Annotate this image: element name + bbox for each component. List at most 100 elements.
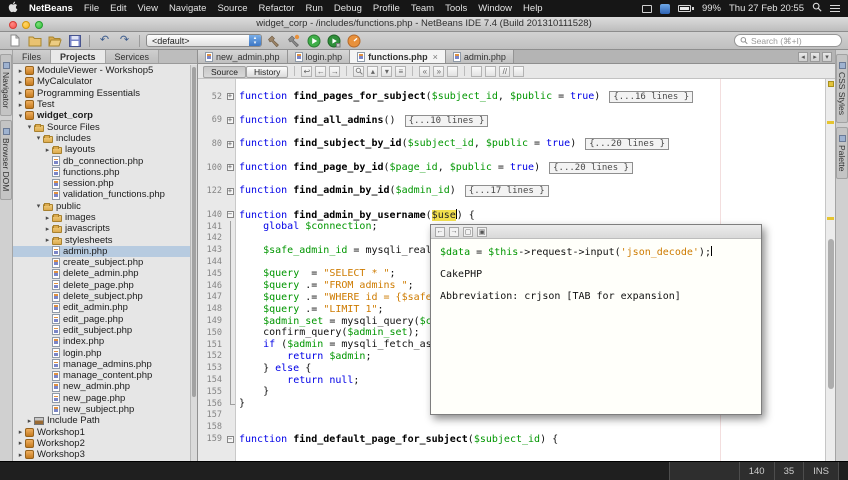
new-project-button[interactable] xyxy=(26,33,43,48)
tree-item-new-page-php[interactable]: new_page.php xyxy=(13,393,197,404)
fold-expanded-icon[interactable]: − xyxy=(226,211,234,219)
configuration-select[interactable]: <default> ▴ ▾ xyxy=(146,34,262,47)
palette-rail-tab[interactable]: Palette xyxy=(836,127,848,180)
code-fold-box[interactable]: {...16 lines } xyxy=(609,90,694,103)
tree-expander-icon[interactable]: ▸ xyxy=(16,439,25,447)
find-selection-button[interactable] xyxy=(353,65,365,77)
tree-item-stylesheets[interactable]: ▸ stylesheets xyxy=(13,234,197,246)
tree-item-index-php[interactable]: index.php xyxy=(13,336,197,347)
notification-center-icon[interactable] xyxy=(830,5,840,12)
navigator-rail-tab[interactable]: Navigator xyxy=(0,54,12,117)
forward-button[interactable]: → xyxy=(329,65,341,77)
last-edit-position-button[interactable]: ↩ xyxy=(301,65,313,77)
tree-item-delete-subject-php[interactable]: delete_subject.php xyxy=(13,291,197,302)
editor-tab-admin-php[interactable]: admin.php xyxy=(445,50,514,63)
tree-item-mycalculator[interactable]: ▸ MyCalculator xyxy=(13,76,197,87)
run-project-button[interactable] xyxy=(305,33,322,48)
code-line-spacer[interactable] xyxy=(198,103,825,115)
scrollbar-thumb[interactable] xyxy=(192,67,196,397)
code-line-spacer[interactable] xyxy=(198,174,825,186)
macro-button[interactable] xyxy=(513,65,525,77)
zoom-window-button[interactable] xyxy=(35,20,43,29)
tree-item-session-php[interactable]: session.php xyxy=(13,178,197,189)
code-line-122[interactable]: 122 + function find_admin_by_id($admin_id)… xyxy=(198,185,825,198)
projects-tree-scrollbar[interactable] xyxy=(190,65,197,461)
code-line-spacer[interactable] xyxy=(198,126,825,138)
code-fold-box[interactable]: {...17 lines } xyxy=(464,185,549,198)
code-line-140[interactable]: 140− function find_admin_by_username($use… xyxy=(198,208,825,221)
tree-item-workshop2[interactable]: ▸ Workshop2 xyxy=(13,438,197,449)
code-fold-box[interactable]: {...10 lines } xyxy=(404,114,489,127)
tree-expander-icon[interactable]: ▸ xyxy=(43,214,52,222)
tree-item-db-connection-php[interactable]: db_connection.php xyxy=(13,155,197,167)
code-fold-box[interactable]: {...20 lines } xyxy=(549,161,633,174)
menu-refactor[interactable]: Refactor xyxy=(259,3,295,14)
tree-expander-icon[interactable]: ▸ xyxy=(16,101,25,109)
code-line-spacer[interactable] xyxy=(198,150,825,162)
tree-item-public[interactable]: ▾ public xyxy=(13,201,197,212)
browser-dom-rail-tab[interactable]: Browser DOM xyxy=(0,120,12,200)
menu-netbeans[interactable]: NetBeans xyxy=(29,3,73,14)
quick-search-box[interactable] xyxy=(734,34,842,47)
apple-menu-icon[interactable] xyxy=(8,1,19,16)
scroll-tabs-right-icon[interactable]: ▸ xyxy=(810,51,820,62)
tab-list-dropdown-icon[interactable]: ▾ xyxy=(822,51,832,62)
tree-expander-icon[interactable]: ▸ xyxy=(16,67,25,75)
tree-item-test[interactable]: ▸ Test xyxy=(13,99,197,110)
window-titlebar[interactable]: widget_corp - /includes/functions.php - … xyxy=(0,17,848,32)
tree-item-login-php[interactable]: login.php xyxy=(13,347,197,359)
panel-tab-files[interactable]: Files xyxy=(13,50,52,63)
tree-item-widget-corp[interactable]: ▾ widget_corp xyxy=(13,110,197,121)
tree-item-edit-admin-php[interactable]: edit_admin.php xyxy=(13,302,197,313)
open-project-button[interactable] xyxy=(46,33,63,48)
panel-tab-services[interactable]: Services xyxy=(105,50,160,63)
tree-expander-icon[interactable]: ▾ xyxy=(25,123,34,131)
popup-back-icon[interactable]: ← xyxy=(435,226,445,237)
tree-item-validation-functions-php[interactable]: validation_functions.php xyxy=(13,189,197,200)
tree-item-javascripts[interactable]: ▸ javascripts xyxy=(13,223,197,234)
tree-item-include-path[interactable]: ▸ Include Path xyxy=(13,415,197,426)
tree-expander-icon[interactable]: ▸ xyxy=(16,89,25,97)
tree-item-images[interactable]: ▸ images xyxy=(13,212,197,223)
code-line-69[interactable]: 69 + function find_all_admins() {...10 lin… xyxy=(198,114,825,127)
panel-tab-projects[interactable]: Projects xyxy=(51,50,106,63)
fold-collapsed-icon[interactable]: + xyxy=(226,187,234,195)
next-occurrence-button[interactable]: ▾ xyxy=(381,65,393,77)
scrollbar-thumb[interactable] xyxy=(827,239,834,389)
editor-tab-functions-php[interactable]: functions.php × xyxy=(350,50,446,63)
menu-run[interactable]: Run xyxy=(305,3,322,14)
comment-button[interactable]: // xyxy=(499,65,511,77)
redo-button[interactable]: ↷ xyxy=(116,33,133,48)
tree-item-delete-page-php[interactable]: delete_page.php xyxy=(13,280,197,291)
tree-item-delete-admin-php[interactable]: delete_admin.php xyxy=(13,268,197,279)
code-line-80[interactable]: 80 + function find_subject_by_id($subject_… xyxy=(198,138,825,151)
fold-collapsed-icon[interactable]: + xyxy=(226,164,234,172)
menubar-clock[interactable]: Thu 27 Feb 20:55 xyxy=(729,3,804,14)
close-tab-icon[interactable]: × xyxy=(433,52,438,62)
clean-build-button[interactable] xyxy=(285,33,302,48)
search-input[interactable] xyxy=(750,35,836,46)
tree-expander-icon[interactable]: ▾ xyxy=(16,112,25,120)
menu-navigate[interactable]: Navigate xyxy=(169,3,207,14)
tree-item-includes[interactable]: ▾ includes xyxy=(13,133,197,144)
css-styles-rail-tab[interactable]: CSS Styles xyxy=(836,54,848,123)
tree-item-layouts[interactable]: ▸ layouts xyxy=(13,144,197,155)
menu-source[interactable]: Source xyxy=(217,3,247,14)
profile-project-button[interactable] xyxy=(345,33,362,48)
menu-profile[interactable]: Profile xyxy=(373,3,400,14)
tree-item-new-subject-php[interactable]: new_subject.php xyxy=(13,404,197,415)
menu-help[interactable]: Help xyxy=(523,3,543,14)
build-project-button[interactable] xyxy=(265,33,282,48)
shift-left-button[interactable] xyxy=(471,65,483,77)
code-line-158[interactable]: 158 xyxy=(198,421,825,433)
tree-item-new-admin-php[interactable]: new_admin.php xyxy=(13,381,197,392)
code-line-52[interactable]: 52 + function find_pages_for_subject($subj… xyxy=(198,90,825,103)
menu-team[interactable]: Team xyxy=(411,3,434,14)
fold-collapsed-icon[interactable]: + xyxy=(226,140,234,148)
debug-project-button[interactable] xyxy=(325,33,342,48)
shift-right-button[interactable] xyxy=(485,65,497,77)
code-line-spacer[interactable] xyxy=(198,197,825,209)
popup-forward-icon[interactable]: → xyxy=(449,226,459,237)
scroll-tabs-left-icon[interactable]: ◂ xyxy=(798,51,808,62)
warning-mark[interactable] xyxy=(827,121,834,124)
